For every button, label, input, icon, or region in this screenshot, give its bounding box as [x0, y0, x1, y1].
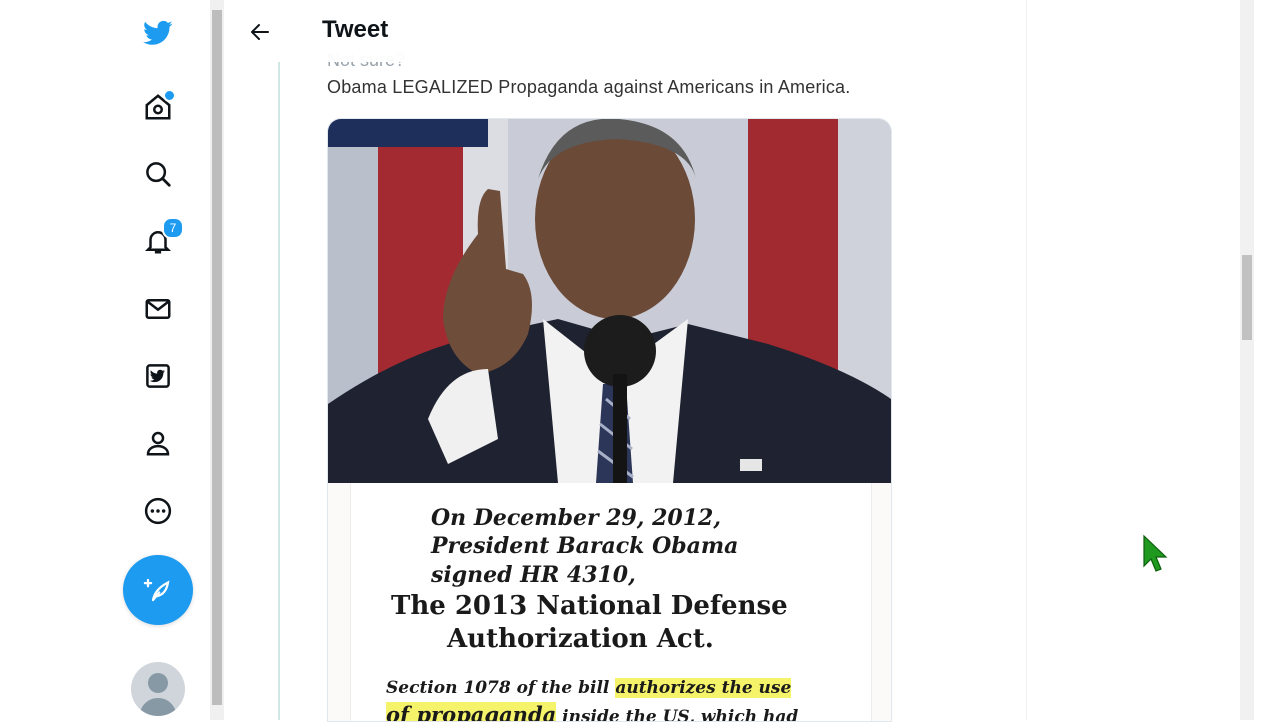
back-button[interactable] — [244, 16, 276, 48]
doc-line-7: of propaganda inside the US, which had — [386, 702, 798, 721]
doc-line-6-pre: Section 1078 of the bill — [386, 678, 616, 698]
home-notification-dot — [163, 89, 176, 102]
mail-icon[interactable] — [138, 289, 178, 329]
back-arrow-icon — [251, 24, 269, 40]
doc-line-6: Section 1078 of the bill authorizes the … — [386, 678, 792, 698]
doc-line-5: Authorization Act. — [447, 624, 714, 654]
document-caption: On December 29, 2012, President Barack O… — [328, 483, 891, 721]
sidebar-scrollbar-thumb[interactable] — [212, 10, 222, 705]
search-icon[interactable] — [138, 154, 178, 194]
bell-icon[interactable]: 7 — [138, 217, 184, 261]
bookmark-icon[interactable] — [138, 356, 178, 396]
compose-tweet-button[interactable] — [123, 555, 193, 625]
doc-line-6-highlight: authorizes the use — [615, 678, 792, 698]
compose-icon — [143, 578, 170, 602]
sidebar-scrollbar[interactable] — [210, 0, 224, 720]
doc-line-7-highlight: of propaganda — [386, 702, 557, 721]
page-scrollbar[interactable] — [1240, 0, 1254, 720]
notifications-badge: 7 — [162, 217, 184, 239]
doc-line-3: signed HR 4310, — [431, 562, 636, 588]
home-icon[interactable] — [138, 87, 178, 127]
tweet-text: Obama LEGALIZED Propaganda against Ameri… — [327, 77, 851, 97]
page-header: Tweet — [224, 0, 1026, 62]
main-column: Tweet Not sure? Obama LEGALIZED Propagan… — [224, 0, 1027, 722]
sidebar-nav: 7 — [0, 0, 210, 720]
doc-line-1: On December 29, 2012, — [431, 505, 722, 531]
profile-icon[interactable] — [138, 423, 178, 463]
twitter-logo-icon[interactable] — [138, 13, 178, 53]
doc-line-4: The 2013 National Defense — [391, 591, 788, 621]
document-page: On December 29, 2012, President Barack O… — [350, 483, 872, 721]
cursor-icon — [1143, 534, 1168, 572]
tweet-image[interactable]: On December 29, 2012, President Barack O… — [327, 118, 892, 722]
avatar[interactable] — [131, 662, 185, 716]
more-icon[interactable] — [138, 491, 178, 531]
doc-line-2: President Barack Obama — [431, 533, 739, 559]
page-scrollbar-thumb[interactable] — [1242, 255, 1252, 340]
page-title: Tweet — [322, 16, 389, 43]
thread-line — [278, 62, 280, 720]
speaker-photo — [328, 119, 891, 483]
